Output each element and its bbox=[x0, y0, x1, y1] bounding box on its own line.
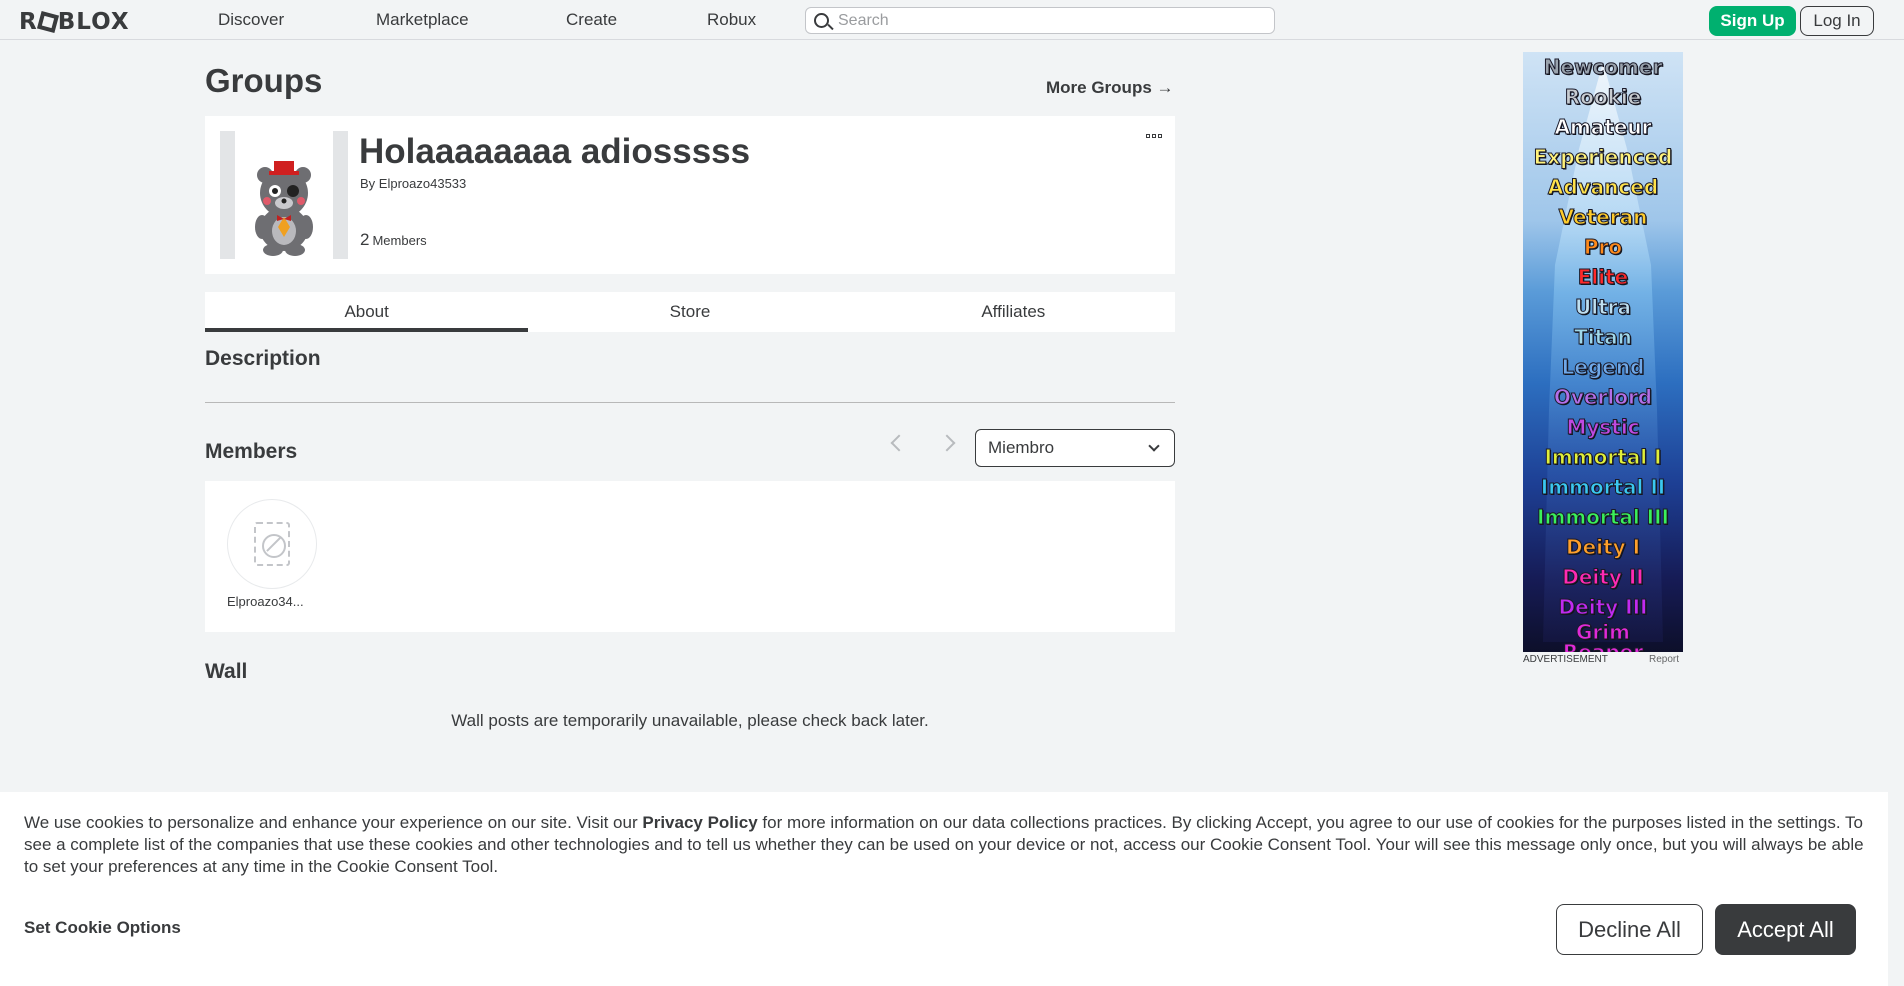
ad-rank-item: Experienced bbox=[1533, 145, 1673, 170]
nav-robux[interactable]: Robux bbox=[707, 10, 756, 30]
ad-rank-item: Overlord bbox=[1553, 385, 1653, 410]
search-placeholder: Search bbox=[838, 11, 889, 29]
members-heading: Members bbox=[205, 440, 298, 463]
pager-next-icon[interactable] bbox=[938, 434, 956, 452]
group-header-card: Holaaaaaaaa adiosssss By Elproazo43533 2… bbox=[205, 116, 1175, 274]
advertisement-banner[interactable]: Newcomer Rookie Amateur Experienced Advanced… bbox=[1523, 52, 1683, 652]
privacy-policy-link[interactable]: Privacy Policy bbox=[642, 813, 757, 832]
ad-rank-item: Ultra bbox=[1574, 295, 1631, 320]
search-input[interactable]: Search bbox=[805, 7, 1275, 34]
member-count-label: Members bbox=[372, 233, 427, 248]
sign-up-button[interactable]: Sign Up bbox=[1709, 6, 1796, 36]
ad-rank-item: Advanced bbox=[1547, 175, 1659, 200]
page-title: Groups bbox=[205, 62, 323, 99]
ad-rank-item: Mystic bbox=[1566, 415, 1640, 440]
unavailable-image-icon bbox=[254, 522, 290, 566]
tab-affiliates[interactable]: Affiliates bbox=[852, 292, 1175, 332]
group-tabs: About Store Affiliates bbox=[205, 292, 1175, 332]
ad-rank-item: Titan bbox=[1574, 325, 1633, 350]
ad-rank-item: Veteran bbox=[1558, 205, 1648, 230]
ad-rank-item: Newcomer bbox=[1543, 55, 1663, 80]
group-emblem bbox=[220, 131, 348, 259]
group-by-prefix: By bbox=[360, 176, 376, 191]
log-in-button[interactable]: Log In bbox=[1800, 6, 1874, 36]
nav-discover[interactable]: Discover bbox=[218, 10, 284, 30]
member-name[interactable]: Elproazo34... bbox=[227, 594, 317, 609]
pager-prev-icon[interactable] bbox=[890, 434, 908, 452]
ad-rank-item: Elite bbox=[1577, 265, 1629, 290]
decline-all-button[interactable]: Decline All bbox=[1556, 904, 1703, 955]
group-owner-line: By Elproazo43533 bbox=[360, 176, 466, 191]
member-role-select[interactable]: Miembro bbox=[975, 429, 1175, 467]
ad-rank-item: Immortal III bbox=[1537, 505, 1670, 530]
nav-marketplace[interactable]: Marketplace bbox=[376, 10, 469, 30]
roblox-logo[interactable]: R BLOX bbox=[19, 9, 130, 35]
group-owner-link[interactable]: Elproazo43533 bbox=[379, 176, 466, 191]
ad-rank-item: Deity I bbox=[1565, 535, 1641, 560]
accept-all-button[interactable]: Accept All bbox=[1715, 904, 1856, 955]
bear-plush-icon bbox=[255, 161, 313, 256]
ad-rank-item: Rookie bbox=[1564, 85, 1642, 110]
ad-rank-list: Newcomer Rookie Amateur Experienced Advanced… bbox=[1523, 52, 1683, 653]
cookie-text-before: We use cookies to personalize and enhanc… bbox=[24, 813, 643, 832]
ad-rank-item: Legend bbox=[1561, 355, 1645, 380]
search-icon bbox=[814, 13, 829, 28]
description-heading: Description bbox=[205, 347, 321, 370]
member-avatar[interactable] bbox=[227, 499, 317, 589]
ad-rank-item: Amateur bbox=[1554, 115, 1652, 140]
tab-about[interactable]: About bbox=[205, 292, 529, 332]
ad-rank-item: Deity II bbox=[1562, 565, 1644, 590]
set-cookie-options-link[interactable]: Set Cookie Options bbox=[24, 918, 181, 938]
ad-rank-item: Pro bbox=[1583, 235, 1623, 260]
wall-heading: Wall bbox=[205, 660, 248, 683]
group-member-count: 2 Members bbox=[360, 230, 427, 250]
tab-store[interactable]: Store bbox=[528, 292, 851, 332]
ad-rank-item: Immortal II bbox=[1540, 475, 1666, 500]
cookie-message: We use cookies to personalize and enhanc… bbox=[24, 812, 1874, 878]
members-list: Elproazo34... bbox=[205, 481, 1175, 632]
member-role-value: Miembro bbox=[988, 438, 1055, 457]
top-navigation-bar: R BLOX Discover Marketplace Create Robux … bbox=[0, 0, 1904, 40]
nav-create[interactable]: Create bbox=[566, 10, 617, 30]
member-count-value: 2 bbox=[360, 230, 370, 249]
ad-rank-item: Immortal I bbox=[1544, 445, 1662, 470]
ad-rank-item: Grim Reaper bbox=[1562, 620, 1644, 653]
ad-report-link[interactable]: Report bbox=[1649, 654, 1679, 665]
cookie-consent-banner: We use cookies to personalize and enhanc… bbox=[0, 792, 1888, 986]
ad-rank-item: Deity III bbox=[1558, 595, 1648, 620]
chevron-down-icon bbox=[1148, 440, 1160, 452]
group-emblem-image bbox=[235, 131, 333, 259]
more-options-icon[interactable] bbox=[1146, 134, 1162, 138]
more-groups-link[interactable]: More Groups → bbox=[1046, 78, 1174, 98]
group-name: Holaaaaaaaa adiosssss bbox=[359, 132, 751, 171]
description-divider bbox=[205, 402, 1175, 403]
logo-square-icon bbox=[36, 10, 59, 34]
advertisement-label: ADVERTISEMENT bbox=[1523, 654, 1608, 665]
wall-unavailable-message: Wall posts are temporarily unavailable, … bbox=[451, 711, 929, 730]
